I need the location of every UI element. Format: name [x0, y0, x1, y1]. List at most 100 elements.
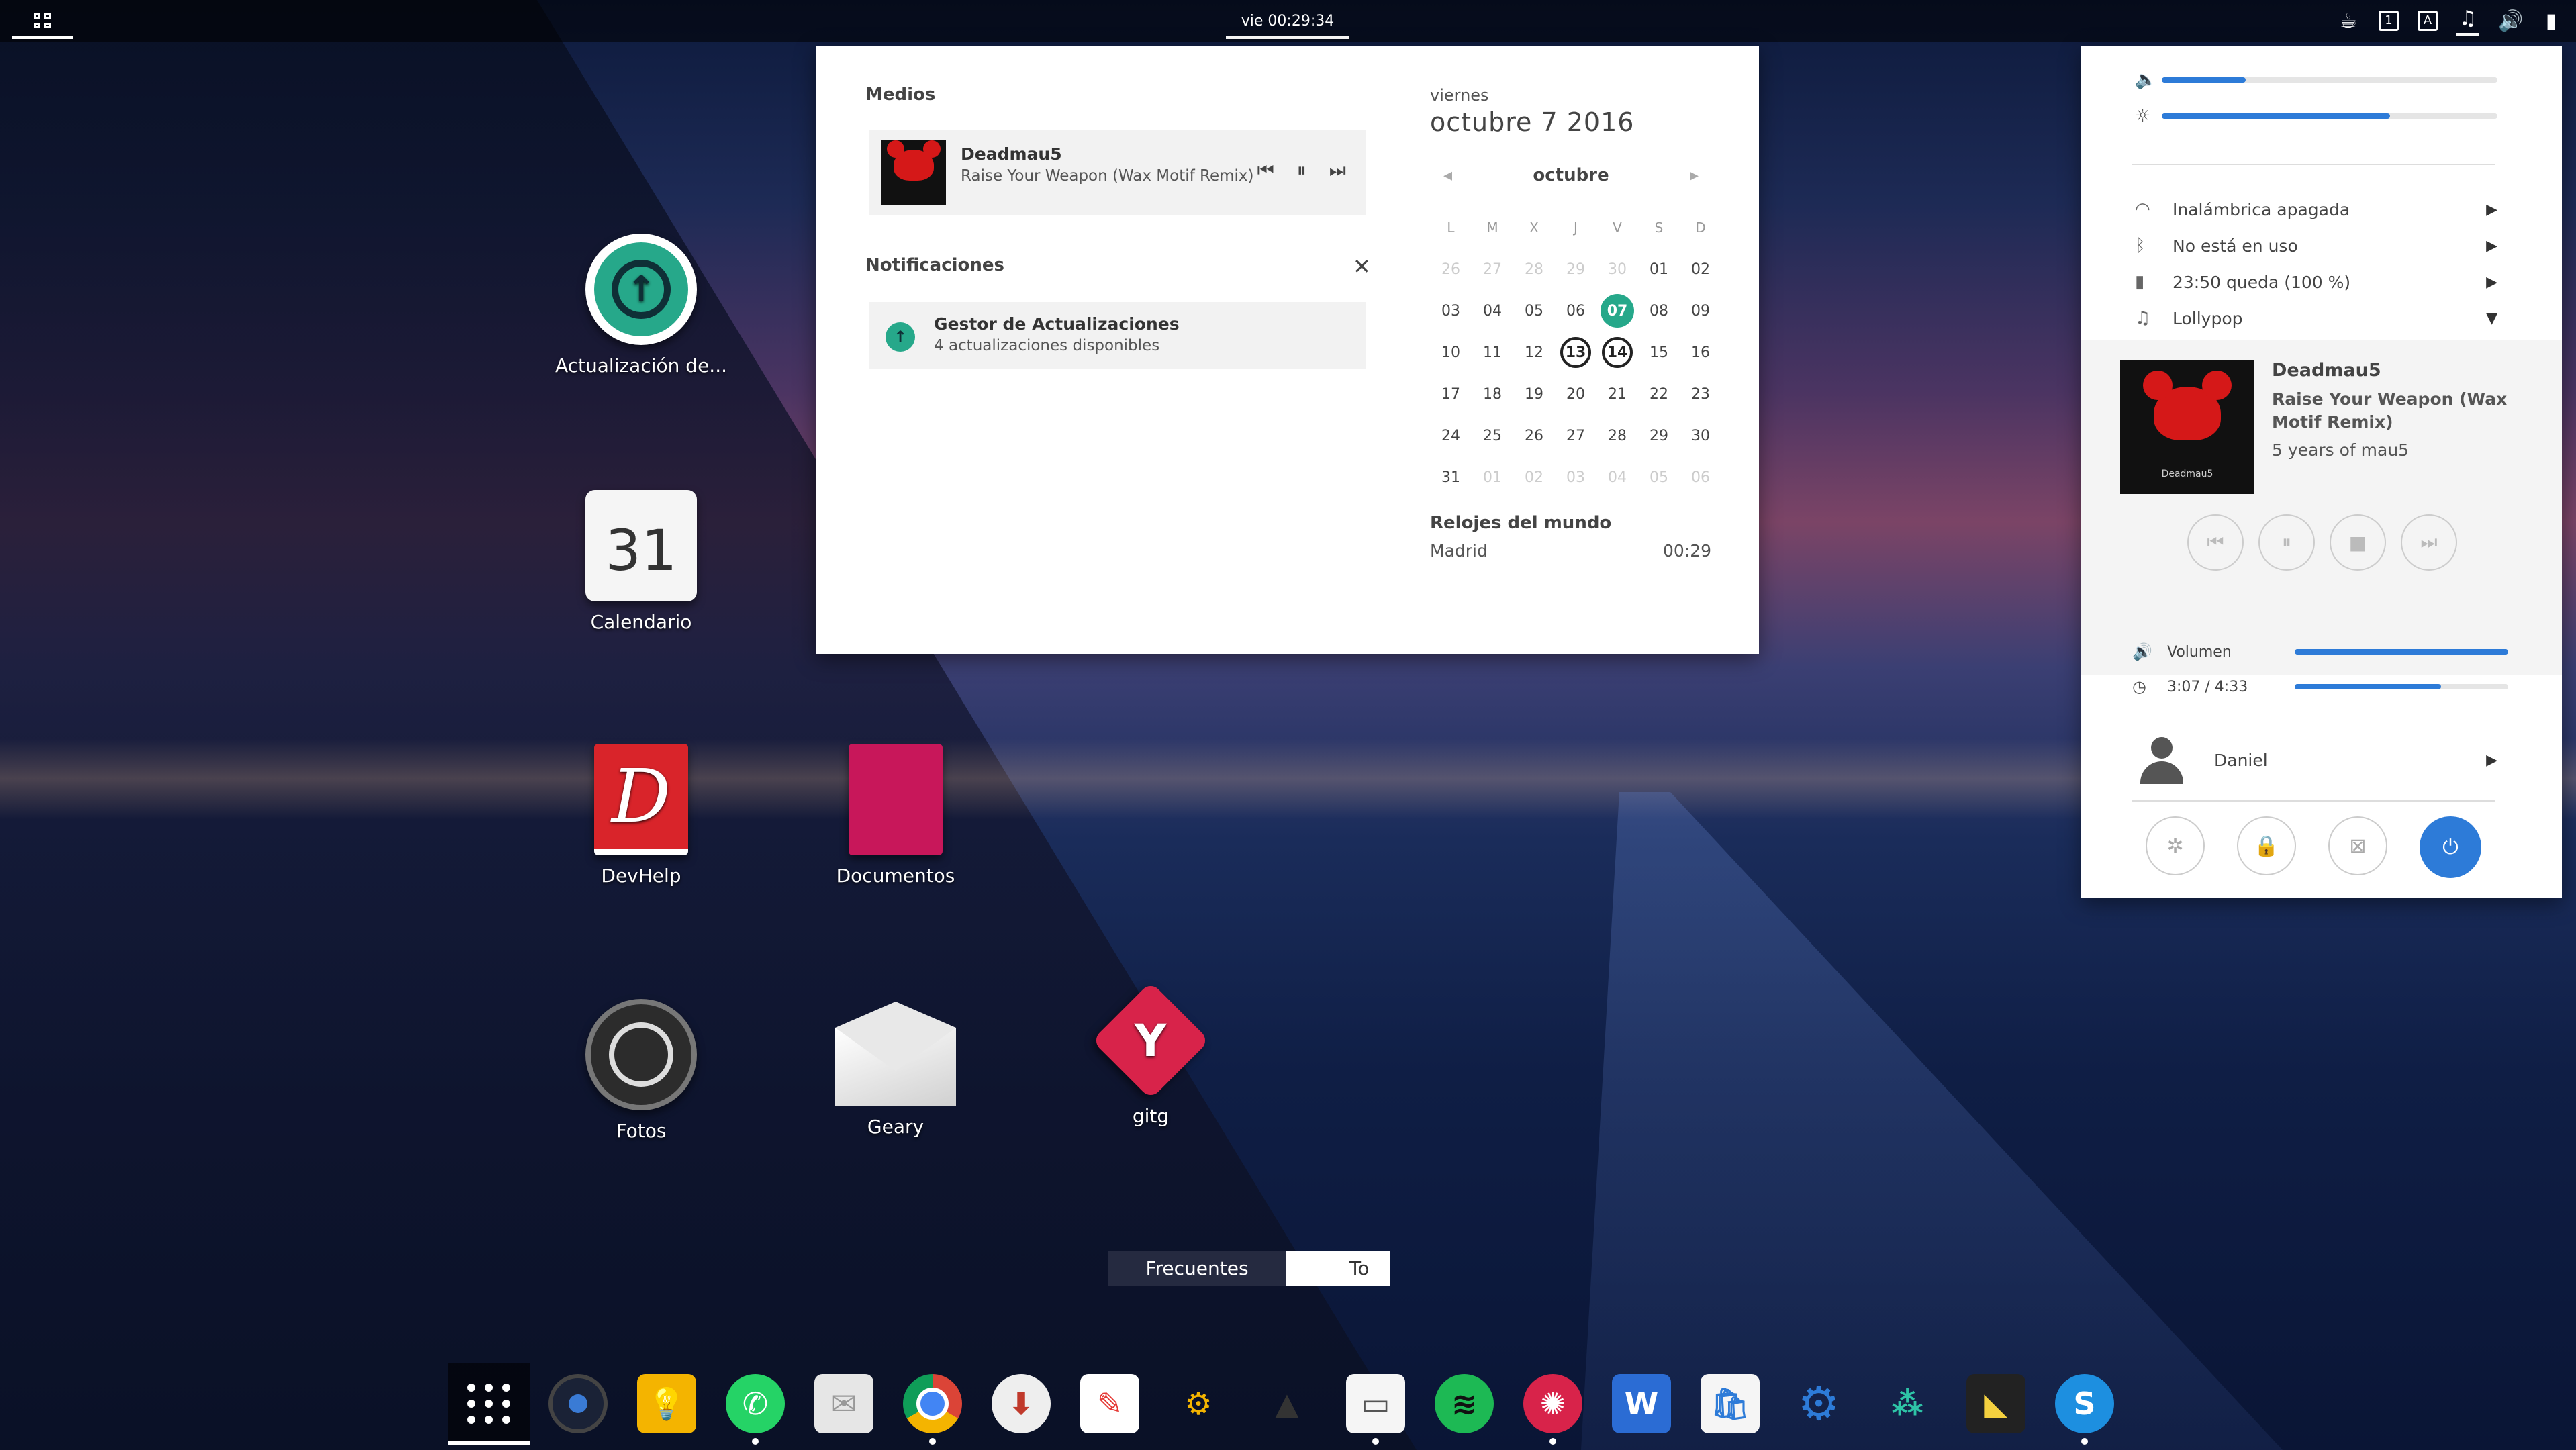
dock-item-camera[interactable]: [537, 1363, 619, 1445]
calendar-day[interactable]: 22: [1638, 373, 1680, 415]
bluetooth-item[interactable]: ᛒ No está en uso ▶: [2135, 232, 2497, 259]
logout-button[interactable]: ⊠: [2328, 816, 2387, 875]
calendar-day[interactable]: 28: [1596, 415, 1638, 456]
clock[interactable]: vie 00:29:34: [1226, 5, 1349, 39]
calendar-day[interactable]: 06: [1555, 290, 1596, 332]
calendar-day[interactable]: 03: [1555, 456, 1596, 498]
volume-icon[interactable]: 🔊: [2498, 9, 2523, 33]
calendar-day[interactable]: 04: [1596, 456, 1638, 498]
lock-button[interactable]: 🔒: [2237, 816, 2296, 875]
next-icon[interactable]: ⏭: [1329, 159, 1346, 182]
stop-button[interactable]: ■: [2330, 514, 2386, 571]
dock-item-mail[interactable]: ✉: [803, 1363, 885, 1445]
calendar-day[interactable]: 30: [1596, 248, 1638, 290]
calendar-day[interactable]: 03: [1430, 290, 1472, 332]
dock-item-monitor[interactable]: ◣: [1955, 1363, 2037, 1445]
calendar-day[interactable]: 26: [1513, 415, 1555, 456]
calendar-day[interactable]: 20: [1555, 373, 1596, 415]
calendar-day[interactable]: 23: [1680, 373, 1721, 415]
dock-item-app-grid[interactable]: [448, 1363, 530, 1445]
calendar-day[interactable]: 08: [1638, 290, 1680, 332]
coffee-icon[interactable]: ☕: [2337, 9, 2360, 33]
dock-item-network[interactable]: ⁂: [1866, 1363, 1948, 1445]
music-icon[interactable]: ♫: [2456, 7, 2479, 36]
calendar-day[interactable]: 05: [1638, 456, 1680, 498]
calendar-day[interactable]: 21: [1596, 373, 1638, 415]
applications-button[interactable]: [12, 5, 73, 39]
calendar-day[interactable]: 31: [1430, 456, 1472, 498]
dock-item-whatsapp[interactable]: ✆: [714, 1363, 796, 1445]
dock-item-skype[interactable]: S: [2044, 1363, 2126, 1445]
settings-button[interactable]: ✲: [2146, 816, 2205, 875]
dock-item-settings[interactable]: ⚙: [1778, 1363, 1860, 1445]
wireless-item[interactable]: ◠ Inalámbrica apagada ▶: [2135, 196, 2497, 223]
calendar-day[interactable]: 17: [1430, 373, 1472, 415]
calendar-day[interactable]: 13: [1555, 332, 1596, 373]
calendar-day[interactable]: 30: [1680, 415, 1721, 456]
battery-icon[interactable]: ▮: [2540, 9, 2563, 33]
calendar-day[interactable]: 01: [1472, 456, 1513, 498]
calendar-day[interactable]: 28: [1513, 248, 1555, 290]
power-button[interactable]: ⏻: [2420, 816, 2481, 878]
volume-slider[interactable]: [2162, 77, 2497, 83]
calendar-day[interactable]: 09: [1680, 290, 1721, 332]
brightness-slider[interactable]: [2162, 113, 2497, 119]
calendar-day[interactable]: 29: [1638, 415, 1680, 456]
dock-item-media-player[interactable]: ✺: [1512, 1363, 1594, 1445]
desktop-icon-documents[interactable]: Documentos: [808, 744, 983, 887]
clear-notifications-icon[interactable]: ✕: [1353, 254, 1371, 279]
desktop-icon-gitg[interactable]: Y gitg: [1063, 981, 1238, 1127]
dock-item-document-edit[interactable]: ✎: [1069, 1363, 1151, 1445]
calendar-day[interactable]: 15: [1638, 332, 1680, 373]
calendar-day[interactable]: 16: [1680, 332, 1721, 373]
player-volume-slider[interactable]: [2295, 649, 2508, 655]
calendar-day[interactable]: 02: [1680, 248, 1721, 290]
dock-item-robot-arm[interactable]: ⚙: [1157, 1363, 1239, 1445]
previous-button[interactable]: ⏮: [2187, 514, 2244, 571]
desktop-icon-calendar[interactable]: 31 Calendario: [554, 490, 728, 633]
calendar-day[interactable]: 11: [1472, 332, 1513, 373]
desktop-icon-devhelp[interactable]: D DevHelp: [554, 744, 728, 887]
calendar-day[interactable]: 06: [1680, 456, 1721, 498]
calendar-day[interactable]: 26: [1430, 248, 1472, 290]
calendar-day[interactable]: 02: [1513, 456, 1555, 498]
calendar-day[interactable]: 04: [1472, 290, 1513, 332]
dock-item-inkscape[interactable]: ▲: [1246, 1363, 1328, 1445]
user-item[interactable]: Daniel ▶: [2135, 733, 2497, 787]
player-progress-slider[interactable]: [2295, 684, 2508, 689]
keyboard-a-icon[interactable]: A: [2418, 11, 2438, 31]
dock-item-installer[interactable]: ⬇: [980, 1363, 1062, 1445]
calendar-day[interactable]: 19: [1513, 373, 1555, 415]
media-card[interactable]: Deadmau5 Raise Your Weapon (Wax Motif Re…: [869, 130, 1366, 215]
calendar-day[interactable]: 14: [1596, 332, 1638, 373]
previous-icon[interactable]: ⏮: [1257, 159, 1274, 182]
desktop-icon-photos[interactable]: Fotos: [554, 999, 728, 1142]
calendar-day[interactable]: 27: [1555, 415, 1596, 456]
calendar-day[interactable]: 24: [1430, 415, 1472, 456]
tab-all[interactable]: To: [1286, 1251, 1390, 1286]
calendar-day[interactable]: 18: [1472, 373, 1513, 415]
battery-item[interactable]: ▮ 23:50 queda (100 %) ▶: [2135, 269, 2497, 295]
calendar-day[interactable]: 01: [1638, 248, 1680, 290]
dock-item-store[interactable]: 🛍: [1689, 1363, 1771, 1445]
workspace-1-icon[interactable]: 1: [2379, 11, 2399, 31]
calendar-day[interactable]: 27: [1472, 248, 1513, 290]
next-button[interactable]: ⏭: [2401, 514, 2457, 571]
dock-item-files[interactable]: ▭: [1335, 1363, 1417, 1445]
player-app-item[interactable]: ♫ Lollypop ▼: [2135, 305, 2497, 332]
pause-button[interactable]: ⏸: [2258, 514, 2315, 571]
calendar-day[interactable]: 10: [1430, 332, 1472, 373]
calendar-day[interactable]: 07: [1596, 290, 1638, 332]
calendar-day[interactable]: 29: [1555, 248, 1596, 290]
dock-item-chrome[interactable]: [892, 1363, 973, 1445]
desktop-icon-update[interactable]: ↑ Actualización de...: [554, 234, 728, 377]
calendar-day[interactable]: 25: [1472, 415, 1513, 456]
desktop-icon-geary[interactable]: Geary: [808, 1002, 983, 1138]
calendar-day[interactable]: 12: [1513, 332, 1555, 373]
next-month-icon[interactable]: ▸: [1690, 165, 1699, 185]
calendar-day[interactable]: 05: [1513, 290, 1555, 332]
notification-item[interactable]: ↑ Gestor de Actualizaciones 4 actualizac…: [869, 302, 1366, 369]
dock-item-spotify[interactable]: ≋: [1423, 1363, 1505, 1445]
tab-frequent[interactable]: Frecuentes: [1108, 1251, 1286, 1286]
dock-item-ideas[interactable]: 💡: [626, 1363, 708, 1445]
